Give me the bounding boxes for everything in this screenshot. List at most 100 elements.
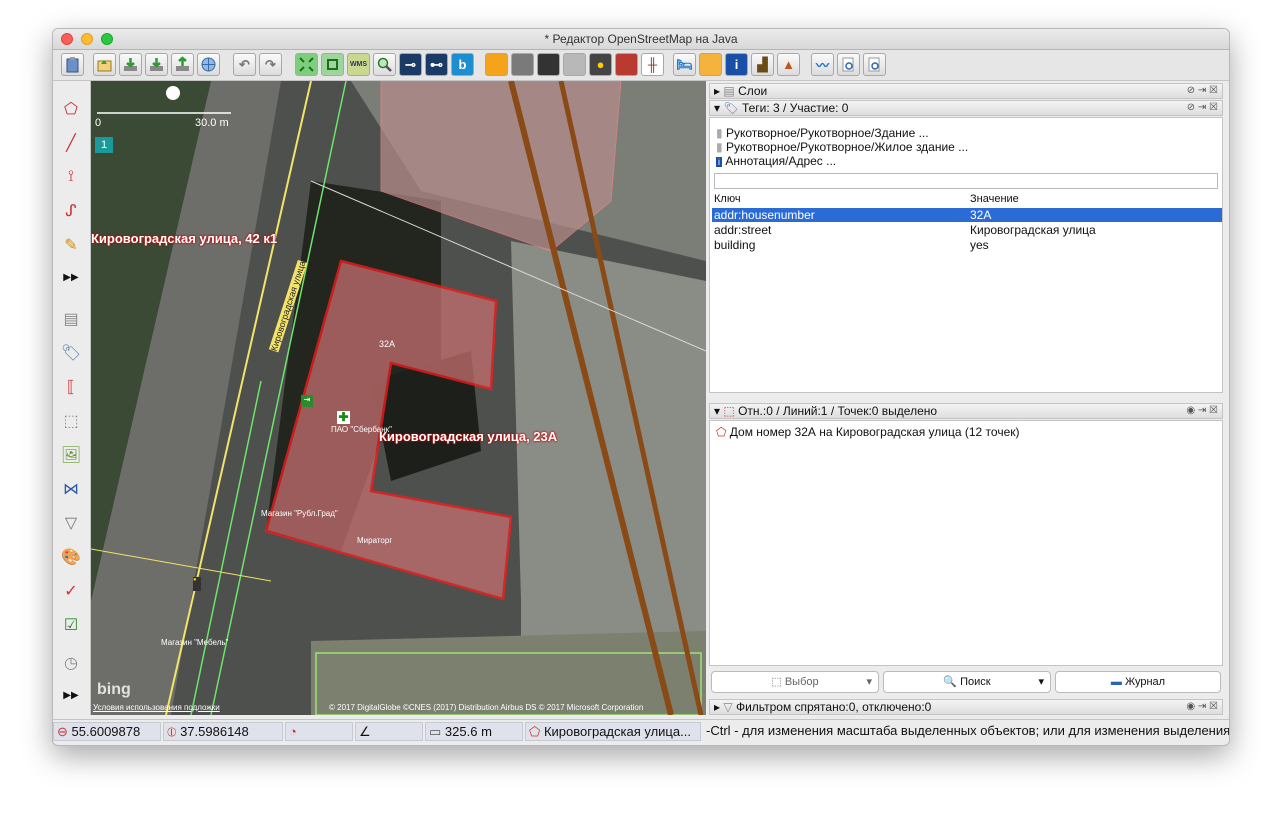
value-column-header[interactable]: Значение <box>970 193 1019 205</box>
layers-icon: ▤ <box>723 84 735 98</box>
distance-field: ▭ 325.6 m <box>425 722 523 741</box>
parallel-way-tool[interactable]: ᔑ <box>59 199 83 223</box>
scale-label: 30.0 m <box>195 117 229 129</box>
table-row[interactable]: addr:street Кировоградская улица <box>712 223 1222 237</box>
preset-link[interactable]: ▮ Рукотворное/Рукотворное/Жилое здание .… <box>716 140 968 154</box>
download-icon <box>124 58 137 71</box>
shop-button[interactable] <box>699 53 722 76</box>
longitude-field: ⦶ 37.5986148 <box>163 722 283 741</box>
changeset-toggle[interactable]: ☑ <box>59 613 83 637</box>
table-row[interactable]: building yes <box>712 238 1222 252</box>
draw-pencil-tool[interactable]: ✎ <box>59 233 83 257</box>
conflict-toggle[interactable]: ⋈ <box>59 477 83 501</box>
chevron-down-icon[interactable]: ▾ <box>866 672 872 692</box>
zoom-to-selection-button[interactable] <box>321 53 344 76</box>
more-panels-button[interactable]: ▶▶ <box>59 683 83 707</box>
tag-filter-input[interactable] <box>714 173 1218 189</box>
wms-button[interactable]: WMS <box>347 53 370 76</box>
layers-toggle[interactable]: ▤ <box>59 307 83 331</box>
table-row[interactable]: addr:housenumber 32А <box>712 208 1222 222</box>
selection-toggle[interactable]: ⬚ <box>59 409 83 433</box>
road-lightgrey-button[interactable] <box>563 53 586 76</box>
selection-buttons: ⬚ Выбор ▾ 🔍 Поиск ▾ ▬ Журнал <box>709 667 1223 697</box>
undo-button[interactable]: ↶ <box>233 53 256 76</box>
road-grey-button[interactable] <box>511 53 534 76</box>
bed-button[interactable]: 🛏 <box>673 53 696 76</box>
panel-controls[interactable]: ◉ ⇥ ☒ <box>1186 700 1218 714</box>
traffic-signals-button[interactable]: ● <box>589 53 612 76</box>
latitude-field: ⊖ 55.6009878 <box>53 722 161 741</box>
relations-toggle[interactable]: ⟦ <box>59 375 83 399</box>
draw-line-tool[interactable]: ╱ <box>59 131 83 155</box>
panel-controls[interactable]: ⊘ ⇥ ☒ <box>1187 84 1218 98</box>
history-button[interactable]: ▬ Журнал <box>1055 671 1221 693</box>
window-title: * Редактор OpenStreetMap на Java <box>544 32 738 46</box>
search-advanced-button[interactable] <box>863 53 886 76</box>
chevron-down-icon[interactable]: ▾ <box>1038 672 1044 692</box>
expand-icon[interactable]: ▸ <box>714 84 720 98</box>
collapse-icon[interactable]: ▾ <box>714 404 720 418</box>
selection-list: ⬠ Дом номер 32А на Кировоградская улица … <box>709 420 1223 666</box>
validation-toggle[interactable]: ✓ <box>59 579 83 603</box>
split-way-button[interactable]: ⊸ <box>399 53 422 76</box>
info-button[interactable]: i <box>725 53 748 76</box>
new-layer-button[interactable] <box>61 53 84 76</box>
search-button[interactable]: 🔍 Поиск ▾ <box>883 671 1051 693</box>
search-places-button[interactable] <box>373 53 396 76</box>
tags-panel-header[interactable]: ▾ 🏷 Теги: 3 / Участие: 0 ⊘ ⇥ ☒ <box>709 100 1223 116</box>
select-tool[interactable]: ⬠ <box>59 97 83 121</box>
tags-toggle[interactable]: 🏷 <box>59 341 83 365</box>
tags-panel-body: ▮ Рукотворное/Рукотворное/Здание ... ▮ Р… <box>709 117 1223 393</box>
filter-icon: ▽ <box>723 700 733 714</box>
upload-button[interactable] <box>171 53 194 76</box>
info-icon: i <box>716 157 722 167</box>
zoom-extent-icon <box>299 57 314 72</box>
preferences-button[interactable] <box>197 53 220 76</box>
selection-panel-header[interactable]: ▾ ⬚ Отн.:0 / Линий:1 / Точек:0 выделено … <box>709 403 1223 419</box>
pharmacy-icon: ✚ <box>337 410 350 424</box>
collapse-icon[interactable]: ▾ <box>714 101 720 115</box>
filter-panel-header[interactable]: ▸ ▽ Фильтром спрятано:0, отключено:0 ◉ ⇥… <box>709 699 1223 715</box>
street-building-23a-label: Кировоградская улица, 23А <box>379 429 558 444</box>
layers-panel-header[interactable]: ▸ ▤ Слои ⊘ ⇥ ☒ <box>709 83 1223 99</box>
download-data-button[interactable] <box>145 53 168 76</box>
list-item[interactable]: ⬠ Дом номер 32А на Кировоградская улица … <box>716 425 1020 439</box>
filter-toggle[interactable]: ▽ <box>59 511 83 535</box>
attribution-text: © 2017 DigitalGlobe ©CNES (2017) Distrib… <box>329 703 644 712</box>
key-column-header[interactable]: Ключ <box>714 193 741 205</box>
history-toggle[interactable]: ◷ <box>59 651 83 675</box>
selection-icon: ⬚ <box>723 404 735 418</box>
main-toolbar: ↶ ↷ WMS ⊸ ⊷ b ● ╫ 🛏 i ▟ ▲ 〰 <box>53 50 1229 81</box>
select-button[interactable]: ⬚ Выбор ▾ <box>711 671 879 693</box>
industrial-button[interactable]: ▟ <box>751 53 774 76</box>
preset-link[interactable]: ▮ Рукотворное/Рукотворное/Здание ... <box>716 126 929 140</box>
search-filter-button[interactable] <box>837 53 860 76</box>
map-paint-toggle[interactable]: 🎨 <box>59 545 83 569</box>
road-orange-button[interactable] <box>485 53 508 76</box>
image-toggle[interactable]: 🖼 <box>59 443 83 467</box>
combine-way-button[interactable]: ⊷ <box>425 53 448 76</box>
preset-link[interactable]: i Аннотация/Адрес ... <box>716 154 836 168</box>
railway-button[interactable]: ╫ <box>641 53 664 76</box>
expand-icon[interactable]: ▸ <box>714 700 720 714</box>
road-black-button[interactable] <box>537 53 560 76</box>
select-icon: ⬚ <box>771 676 782 688</box>
map-view[interactable]: 0 30.0 m 1 Кировоградская улица, 42 к1 К… <box>91 81 706 715</box>
list-item-label: Дом номер 32А на Кировоградская улица (1… <box>729 425 1020 439</box>
improve-way-tool[interactable]: ⟟ <box>59 165 83 189</box>
zoom-selection-icon <box>327 59 338 70</box>
terms-link[interactable]: Условия использования подложки <box>93 703 220 712</box>
peak-button[interactable]: ▲ <box>777 53 800 76</box>
redo-button[interactable]: ↷ <box>259 53 282 76</box>
download-button[interactable] <box>119 53 142 76</box>
panel-controls[interactable]: ⊘ ⇥ ☒ <box>1187 101 1218 115</box>
more-tools-button[interactable]: ▶▶ <box>59 265 83 289</box>
zoom-to-data-button[interactable] <box>295 53 318 76</box>
open-file-button[interactable] <box>93 53 116 76</box>
barrier-wall-button[interactable] <box>615 53 638 76</box>
open-icon <box>97 60 112 72</box>
bing-button[interactable]: b <box>451 53 474 76</box>
traffic-signals-icon: ● <box>193 577 201 591</box>
waterway-button[interactable]: 〰 <box>811 53 834 76</box>
panel-controls[interactable]: ◉ ⇥ ☒ <box>1186 404 1218 418</box>
